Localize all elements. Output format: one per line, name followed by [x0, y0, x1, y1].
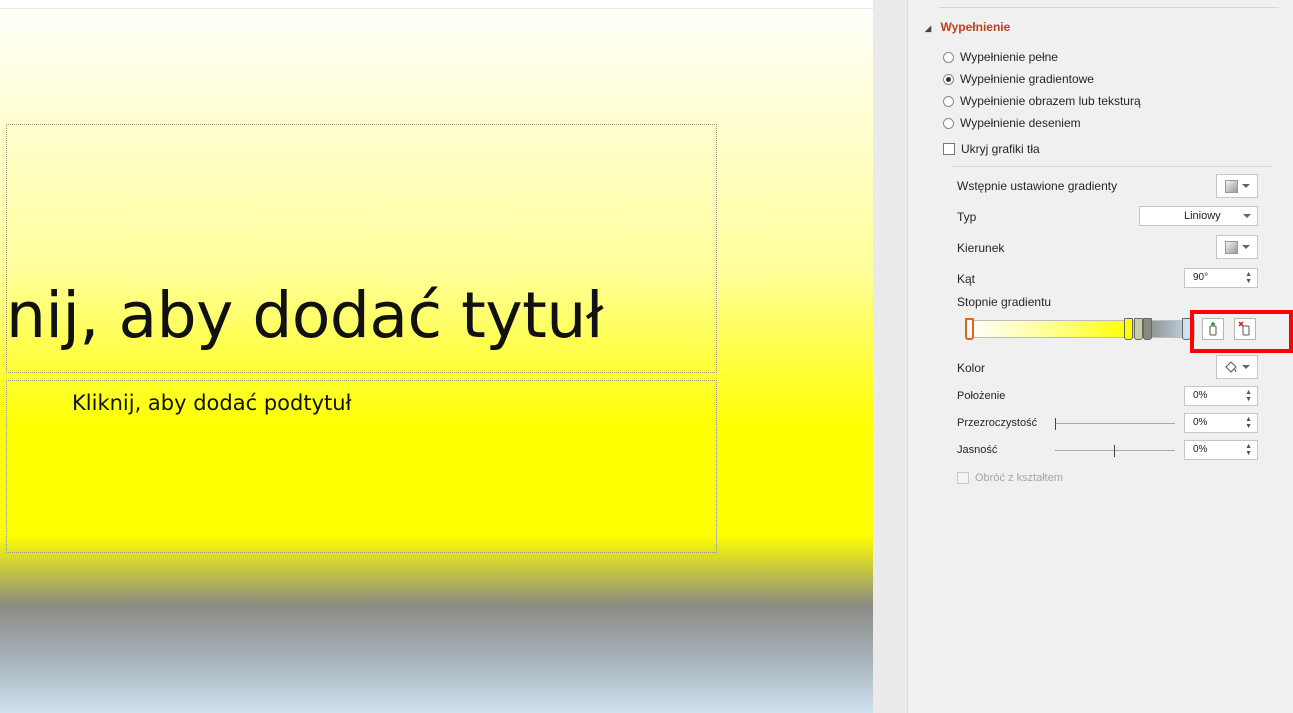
hide-bg-graphics-option[interactable]: Ukryj grafiki tła: [943, 140, 1040, 158]
hide-bg-graphics-label: Ukryj grafiki tła: [961, 142, 1040, 156]
direction-label: Kierunek: [957, 241, 1005, 255]
gradient-direction-icon: [1224, 240, 1238, 254]
gradient-swatch-icon: [1224, 179, 1238, 193]
radio-button[interactable]: [943, 51, 954, 63]
preset-gradients-label: Wstępnie ustawione gradienty: [957, 179, 1118, 193]
slider-track: [1055, 450, 1175, 451]
radio-solid-fill[interactable]: Wypełnienie pełne: [943, 48, 1058, 66]
color-label: Kolor: [957, 361, 986, 375]
position-value: 0%: [1193, 390, 1208, 401]
title-placeholder-text[interactable]: nij, aby dodać tytuł: [6, 276, 604, 356]
radio-button[interactable]: [943, 117, 954, 129]
slide-canvas: nij, aby dodać tytuł Kliknij, aby dodać …: [0, 0, 873, 713]
radio-pattern-fill[interactable]: Wypełnienie deseniem: [943, 114, 1081, 132]
spinner-arrows-icon[interactable]: ▲ ▼: [1245, 271, 1252, 285]
subtitle-placeholder-text[interactable]: Kliknij, aby dodać podtytuł: [72, 388, 352, 418]
fill-section-title: Wypełnienie: [940, 20, 1011, 34]
brightness-slider[interactable]: [1055, 445, 1175, 457]
angle-spinner[interactable]: 90° ▲ ▼: [1184, 268, 1258, 288]
gradient-stops-label: Stopnie gradientu: [957, 295, 1052, 309]
radio-label: Wypełnienie pełne: [960, 50, 1058, 64]
radio-label: Wypełnienie gradientowe: [960, 72, 1094, 86]
spinner-arrows-icon[interactable]: ▲ ▼: [1245, 389, 1252, 403]
type-label: Typ: [957, 210, 977, 224]
color-button[interactable]: [1216, 355, 1258, 379]
rotate-with-shape-checkbox: [957, 472, 969, 484]
section-divider: [951, 166, 1271, 167]
format-background-pane: ◢ Wypełnienie Wypełnienie pełne Wypełnie…: [873, 0, 1293, 713]
slider-track: [1055, 423, 1175, 424]
angle-label: Kąt: [957, 272, 976, 286]
gradient-stops-bar[interactable]: [965, 320, 1195, 338]
preset-gradients-button[interactable]: [1216, 174, 1258, 198]
collapse-triangle-icon: ◢: [925, 24, 932, 33]
gradient-stop[interactable]: [1143, 318, 1152, 340]
angle-value: 90°: [1193, 272, 1209, 283]
brightness-label: Jasność: [957, 444, 998, 456]
chevron-down-icon: [1241, 245, 1250, 249]
gradient-stop-selected[interactable]: [965, 318, 974, 340]
radio-label: Wypełnienie obrazem lub teksturą: [960, 94, 1141, 108]
position-spinner[interactable]: 0% ▲ ▼: [1184, 386, 1258, 406]
transparency-label: Przezroczystość: [957, 417, 1038, 429]
chevron-down-icon: [1241, 184, 1250, 188]
position-label: Położenie: [957, 390, 1006, 402]
brightness-value: 0%: [1193, 444, 1208, 455]
pane-left-strip: [873, 0, 908, 713]
gradient-stop[interactable]: [1134, 318, 1143, 340]
transparency-value: 0%: [1193, 417, 1208, 428]
transparency-spinner[interactable]: 0% ▲ ▼: [1184, 413, 1258, 433]
radio-gradient-fill[interactable]: Wypełnienie gradientowe: [943, 70, 1094, 88]
brightness-spinner[interactable]: 0% ▲ ▼: [1184, 440, 1258, 460]
chevron-down-icon: [1242, 365, 1250, 369]
direction-button[interactable]: [1216, 235, 1258, 259]
radio-label: Wypełnienie deseniem: [960, 116, 1081, 130]
rotate-with-shape-label: Obróć z kształtem: [975, 472, 1064, 484]
type-select-value: Liniowy: [1184, 210, 1221, 222]
hide-bg-graphics-checkbox[interactable]: [943, 143, 955, 155]
paint-bucket-icon: [1225, 361, 1237, 373]
type-select[interactable]: Liniowy: [1139, 206, 1258, 226]
canvas-top-edge: [0, 0, 873, 9]
spinner-arrows-icon[interactable]: ▲ ▼: [1245, 443, 1252, 457]
transparency-slider[interactable]: [1055, 418, 1175, 430]
gradient-stop[interactable]: [1124, 318, 1133, 340]
rotate-with-shape-option: Obróć z kształtem: [957, 469, 1063, 487]
radio-picture-fill[interactable]: Wypełnienie obrazem lub teksturą: [943, 92, 1141, 110]
slider-thumb[interactable]: [1114, 445, 1115, 457]
slider-thumb[interactable]: [1055, 418, 1056, 430]
pane-top-divider: [939, 7, 1279, 8]
highlight-box: [1190, 310, 1293, 353]
spinner-arrows-icon[interactable]: ▲ ▼: [1245, 416, 1252, 430]
radio-button[interactable]: [943, 95, 954, 107]
chevron-down-icon: [1243, 214, 1251, 218]
radio-button-selected[interactable]: [943, 73, 954, 85]
fill-section-header[interactable]: ◢ Wypełnienie: [925, 20, 1010, 34]
